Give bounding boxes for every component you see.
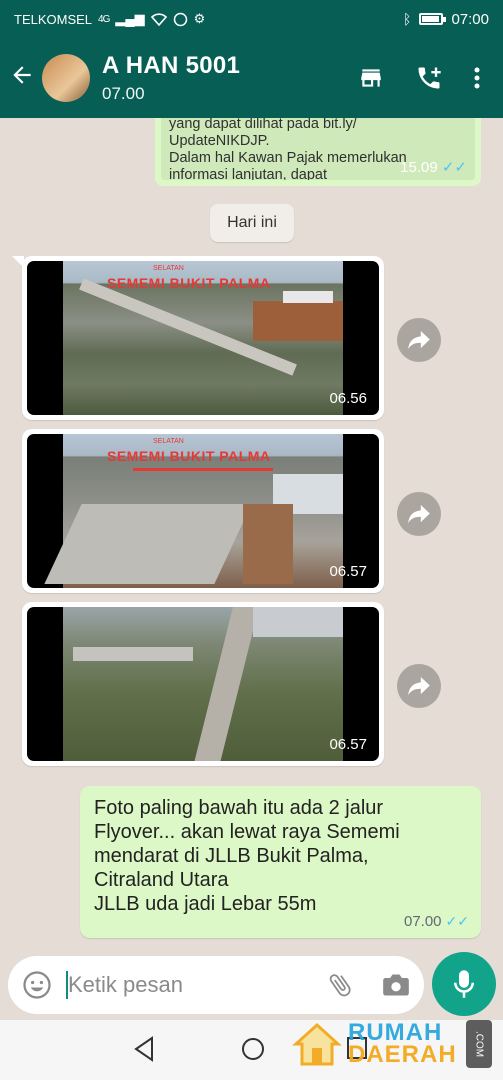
battery-icon	[419, 13, 447, 25]
contact-name: A HAN 5001	[102, 52, 241, 79]
forward-icon	[408, 677, 430, 695]
status-bar: TELKOMSEL 4G ▂▄▆ ⚙ ᛒ 07:00	[0, 0, 503, 38]
microphone-icon	[454, 970, 474, 998]
message-bubble-outgoing[interactable]: yang dapat dilihat pada bit.ly/ UpdateNI…	[155, 118, 481, 186]
message-text: Foto paling bawah itu ada 2 jalur Flyove…	[94, 797, 400, 915]
message-bubble-outgoing[interactable]: Foto paling bawah itu ada 2 jalur Flyove…	[80, 786, 481, 938]
watermark-line2: DAERAH	[348, 1041, 457, 1068]
emoji-icon[interactable]	[22, 970, 52, 1000]
house-icon	[292, 1020, 342, 1068]
add-call-icon[interactable]	[415, 64, 443, 92]
message-meta: 07.00 ✓✓	[404, 913, 469, 930]
video-thumbnail[interactable]: SELATAN SEMEMI BUKIT PALMA 06.57	[27, 434, 379, 588]
back-arrow-icon[interactable]	[2, 62, 42, 95]
video-overlay-text: SEMEMI BUKIT PALMA	[107, 275, 271, 291]
contact-info[interactable]: A HAN 5001 07.00	[102, 52, 240, 104]
watermark-suffix: .COM	[466, 1020, 492, 1068]
nav-back-icon[interactable]	[132, 1036, 156, 1062]
video-thumbnail[interactable]: 06.57	[27, 607, 379, 761]
video-message[interactable]: SELATAN SEMEMI BUKIT PALMA 06.57	[22, 429, 384, 593]
bluetooth-icon: ᛒ	[403, 11, 412, 27]
message-time: 07.00	[403, 913, 442, 930]
video-message[interactable]: SELATAN SEMEMI BUKIT PALMA 06.56	[22, 256, 384, 420]
message-input[interactable]: Ketik pesan	[8, 956, 424, 1014]
video-duration: 06.56	[329, 390, 367, 407]
chat-area[interactable]: yang dapat dilihat pada bit.ly/ UpdateNI…	[0, 118, 503, 950]
nav-home-icon[interactable]	[240, 1036, 266, 1062]
camera-icon[interactable]	[382, 972, 410, 998]
avatar[interactable]	[42, 54, 90, 102]
message-time: 15.09 ✓✓	[400, 159, 467, 176]
video-duration: 06.57	[329, 563, 367, 580]
forward-icon	[408, 331, 430, 349]
signal-icon: ▂▄▆	[115, 11, 145, 26]
message-placeholder[interactable]: Ketik pesan	[68, 972, 326, 998]
video-message[interactable]: 06.57	[22, 602, 384, 766]
network-label: 4G	[98, 13, 110, 25]
last-seen: 07.00	[102, 84, 145, 103]
whatsapp-icon	[173, 12, 187, 26]
date-divider: Hari ini	[210, 204, 294, 242]
wifi-icon	[150, 13, 167, 26]
forward-button[interactable]	[397, 664, 441, 708]
video-thumbnail[interactable]: SELATAN SEMEMI BUKIT PALMA 06.56	[27, 261, 379, 415]
forward-icon	[408, 505, 430, 523]
forward-button[interactable]	[397, 318, 441, 362]
watermark-logo: RUMAH DAERAH .COM	[292, 1016, 492, 1072]
attach-icon[interactable]	[326, 971, 354, 999]
read-ticks-icon: ✓✓	[441, 159, 467, 176]
composer: Ketik pesan	[0, 950, 503, 1020]
chat-header: A HAN 5001 07.00	[0, 38, 503, 118]
more-vert-icon[interactable]	[473, 66, 481, 90]
voice-message-button[interactable]	[432, 952, 496, 1016]
clock: 07:00	[451, 10, 489, 28]
store-icon[interactable]	[357, 65, 385, 91]
gear-icon: ⚙	[193, 11, 206, 26]
carrier-label: TELKOMSEL	[14, 11, 93, 27]
video-overlay-small: SELATAN	[153, 438, 184, 445]
forward-button[interactable]	[397, 492, 441, 536]
read-ticks-icon: ✓✓	[445, 913, 469, 929]
video-duration: 06.57	[329, 736, 367, 753]
video-overlay-small: SELATAN	[153, 265, 184, 272]
video-overlay-text: SEMEMI BUKIT PALMA	[107, 448, 271, 464]
